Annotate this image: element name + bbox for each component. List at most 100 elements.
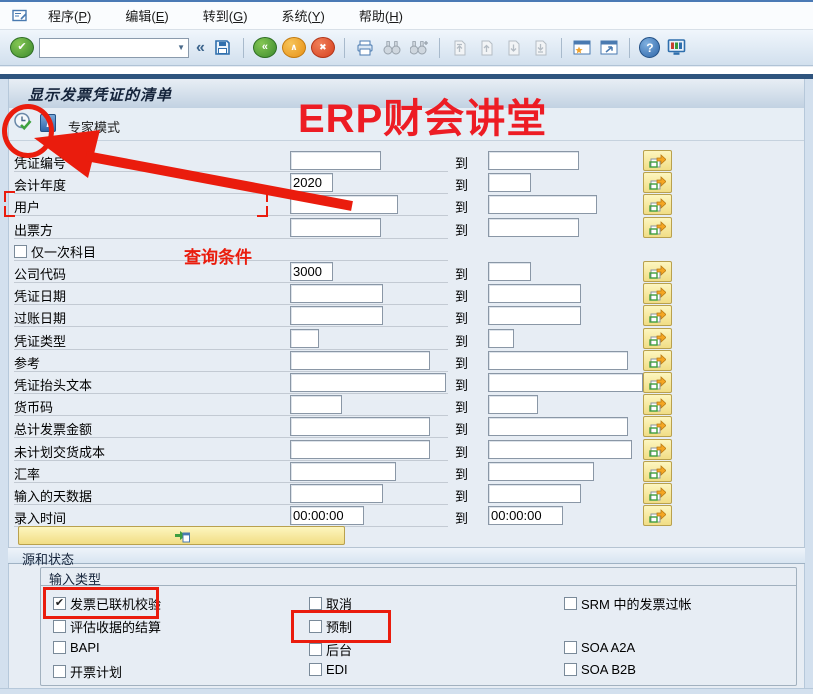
- company-code-from-input[interactable]: [290, 262, 333, 281]
- currency-to-input[interactable]: [488, 395, 538, 414]
- checkbox-bapi[interactable]: BAPI: [53, 640, 100, 655]
- invoicing-party-from-input[interactable]: [290, 218, 381, 237]
- exchange-rate-to-input[interactable]: [488, 462, 594, 481]
- find-next-icon[interactable]: [408, 36, 430, 60]
- company-code-to-input[interactable]: [488, 262, 531, 281]
- form-row-document-date: 凭证日期到: [14, 284, 800, 306]
- invoicing-party-multiple-selection-button[interactable]: [643, 217, 672, 238]
- document-type-from-input[interactable]: [290, 329, 319, 348]
- entry-time-to-input[interactable]: [488, 506, 563, 525]
- form-row-invoicing-party: 出票方到: [14, 218, 800, 240]
- annotation-box-parked: [291, 610, 391, 643]
- document-date-from-input[interactable]: [290, 284, 383, 303]
- document-date-multiple-selection-button[interactable]: [643, 283, 672, 304]
- find-icon[interactable]: [381, 36, 403, 60]
- checkbox-srm-invoice-posting[interactable]: SRM 中的发票过帐: [564, 594, 692, 613]
- menu-help[interactable]: 帮助(H): [349, 3, 413, 28]
- gross-invoice-amount-from-input[interactable]: [290, 417, 430, 436]
- menu-program[interactable]: 程序(P): [38, 3, 101, 28]
- days-entered-multiple-selection-button[interactable]: [643, 483, 672, 504]
- currency-multiple-selection-button[interactable]: [643, 394, 672, 415]
- document-number-multiple-selection-button[interactable]: [643, 150, 672, 171]
- exchange-rate-multiple-selection-button[interactable]: [643, 461, 672, 482]
- checkbox-soa-b2b[interactable]: SOA B2B: [564, 662, 636, 677]
- field-label-document-date: 凭证日期: [14, 286, 66, 305]
- invoicing-party-to-input[interactable]: [488, 218, 579, 237]
- enter-button[interactable]: ✔: [10, 37, 34, 58]
- gross-invoice-amount-multiple-selection-button[interactable]: [643, 416, 672, 437]
- create-shortcut-icon[interactable]: [598, 36, 620, 60]
- user-multiple-selection-button[interactable]: [643, 194, 672, 215]
- form-row-gross-invoice-amount: 总计发票金额到: [14, 417, 800, 439]
- header-text-to-input[interactable]: [488, 373, 643, 392]
- reference-to-input[interactable]: [488, 351, 628, 370]
- checkbox-billing-plan[interactable]: 开票计划: [53, 662, 122, 681]
- next-page-icon: [503, 36, 525, 60]
- days-entered-from-input[interactable]: [290, 484, 383, 503]
- exchange-rate-from-input[interactable]: [290, 462, 396, 481]
- document-type-multiple-selection-button[interactable]: [643, 328, 672, 349]
- reference-multiple-selection-button[interactable]: [643, 350, 672, 371]
- checkbox-soa-a2a[interactable]: SOA A2A: [564, 640, 635, 655]
- menu-items: 程序(P) 编辑(E) 转到(G) 系统(Y) 帮助(H): [38, 3, 427, 28]
- fiscal-year-to-input[interactable]: [488, 173, 531, 192]
- entry-time-multiple-selection-button[interactable]: [643, 505, 672, 526]
- unplanned-delivery-cost-from-input[interactable]: [290, 440, 430, 459]
- menu-system[interactable]: 系统(Y): [272, 3, 335, 28]
- back-button[interactable]: «: [253, 37, 277, 58]
- field-label-invoicing-party: 出票方: [14, 220, 53, 239]
- help-icon[interactable]: ?: [639, 36, 661, 60]
- command-input[interactable]: [43, 40, 172, 56]
- reference-from-input[interactable]: [290, 351, 430, 370]
- menu-goto[interactable]: 转到(G): [193, 3, 258, 28]
- form-row-user: 用户到: [14, 195, 800, 217]
- to-label: 到: [455, 442, 468, 461]
- exit-button[interactable]: ✖: [311, 37, 335, 58]
- collapse-toolbar-icon[interactable]: «: [196, 39, 205, 57]
- save-icon[interactable]: [212, 36, 234, 60]
- header-text-multiple-selection-button[interactable]: [643, 372, 672, 393]
- user-to-input[interactable]: [488, 195, 597, 214]
- posting-date-multiple-selection-button[interactable]: [643, 305, 672, 326]
- posting-date-from-input[interactable]: [290, 306, 383, 325]
- document-number-from-input[interactable]: [290, 151, 381, 170]
- up-button[interactable]: ∧: [282, 37, 306, 58]
- checkbox-edi[interactable]: EDI: [309, 662, 348, 677]
- company-code-multiple-selection-button[interactable]: [643, 261, 672, 282]
- currency-from-input[interactable]: [290, 395, 342, 414]
- fiscal-year-from-input[interactable]: [290, 173, 333, 192]
- new-session-icon[interactable]: [571, 36, 593, 60]
- document-type-to-input[interactable]: [488, 329, 514, 348]
- menu-edit[interactable]: 编辑(E): [115, 3, 178, 28]
- entry-time-from-input[interactable]: [290, 506, 364, 525]
- fiscal-year-multiple-selection-button[interactable]: [643, 172, 672, 193]
- one-time-account-checkbox[interactable]: 仅一次科目: [14, 242, 96, 261]
- unplanned-delivery-cost-multiple-selection-button[interactable]: [643, 439, 672, 460]
- posting-date-to-input[interactable]: [488, 306, 581, 325]
- to-label: 到: [455, 175, 468, 194]
- expert-mode-button[interactable]: 专家模式: [68, 117, 120, 136]
- unplanned-delivery-cost-to-input[interactable]: [488, 440, 632, 459]
- to-label: 到: [455, 264, 468, 283]
- document-number-to-input[interactable]: [488, 151, 579, 170]
- source-status-section-header[interactable]: 源和状态: [8, 547, 805, 564]
- command-field[interactable]: ▼: [39, 38, 189, 58]
- document-date-to-input[interactable]: [488, 284, 581, 303]
- field-label-fiscal-year: 会计年度: [14, 175, 66, 194]
- window-frame-bottom: [0, 688, 813, 694]
- header-text-from-input[interactable]: [290, 373, 446, 392]
- print-icon[interactable]: [354, 36, 376, 60]
- dynamic-selections-button[interactable]: [18, 526, 345, 545]
- checkbox-eval-receipt-settlement[interactable]: 评估收据的结算: [53, 617, 161, 636]
- field-label-days-entered: 输入的天数据: [14, 486, 92, 505]
- gross-invoice-amount-to-input[interactable]: [488, 417, 628, 436]
- dropdown-icon[interactable]: ▼: [177, 43, 185, 52]
- field-label-currency: 货币码: [14, 397, 53, 416]
- to-label: 到: [455, 197, 468, 216]
- days-entered-to-input[interactable]: [488, 484, 581, 503]
- customize-layout-icon[interactable]: [666, 36, 688, 60]
- form-row-reference: 参考到: [14, 351, 800, 373]
- field-label-header-text: 凭证抬头文本: [14, 375, 92, 394]
- user-from-input[interactable]: [290, 195, 398, 214]
- session-menu-icon[interactable]: [12, 9, 28, 23]
